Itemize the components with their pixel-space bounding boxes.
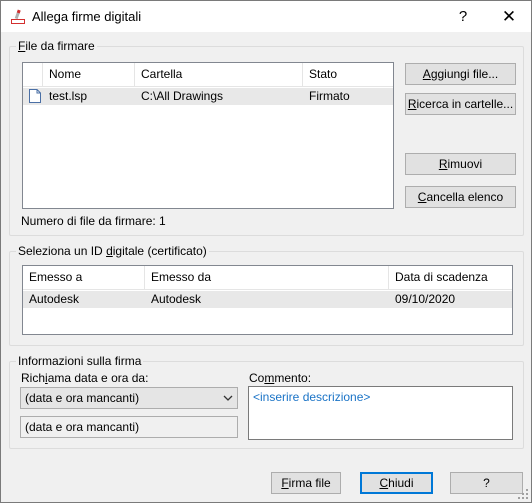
clear-list-button[interactable]: Cancella elenco	[405, 186, 516, 208]
timestamp-source-label: Richiama data e ora da:	[21, 371, 149, 385]
title-bar: Allega firme digitali ? ✕	[1, 1, 531, 32]
comment-placeholder: <inserire descrizione>	[253, 390, 371, 404]
files-to-sign-group: File da firmare Nome Cartella Stato test…	[9, 39, 524, 236]
files-group-label: File da firmare	[16, 39, 97, 53]
files-column-spacer	[23, 63, 43, 86]
cert-column-expiry[interactable]: Data di scadenza	[389, 266, 512, 289]
signature-info-group: Informazioni sulla firma Richiama data e…	[9, 354, 524, 449]
file-folder: C:\All Drawings	[141, 89, 224, 103]
cert-column-issued-by[interactable]: Emesso da	[145, 266, 389, 289]
files-list-header: Nome Cartella Stato	[23, 63, 393, 87]
files-list[interactable]: Nome Cartella Stato test.lsp C:\All Draw…	[22, 62, 394, 209]
timestamp-select-value: (data e ora mancanti)	[25, 391, 140, 405]
cert-expiry: 09/10/2020	[395, 292, 456, 306]
comment-label: Commento:	[249, 371, 312, 385]
document-icon	[29, 89, 41, 103]
certificate-list-header: Emesso a Emesso da Data di scadenza	[23, 266, 512, 290]
certificate-list[interactable]: Emesso a Emesso da Data di scadenza Auto…	[22, 265, 513, 335]
file-count-label: Numero di file da firmare: 1	[21, 214, 166, 228]
resize-grip-icon[interactable]	[517, 488, 529, 500]
cert-issued-to: Autodesk	[29, 292, 80, 306]
cert-issued-by: Autodesk	[151, 292, 202, 306]
signature-info-group-label: Informazioni sulla firma	[16, 354, 144, 368]
files-column-status[interactable]: Stato	[303, 63, 393, 86]
title-close-button[interactable]: ✕	[487, 1, 531, 32]
timestamp-value-field: (data e ora mancanti)	[20, 416, 238, 438]
files-column-folder[interactable]: Cartella	[135, 63, 303, 86]
digital-id-group-label: Seleziona un ID digitale (certificato)	[16, 244, 209, 258]
dialog-window: Allega firme digitali ? ✕ File da firmar…	[0, 0, 532, 503]
search-folders-button[interactable]: Ricerca in cartelle...	[405, 93, 516, 115]
window-title: Allega firme digitali	[32, 9, 142, 24]
remove-button[interactable]: Rimuovi	[405, 153, 516, 175]
cert-column-issued-to[interactable]: Emesso a	[23, 266, 145, 289]
comment-textarea[interactable]: <inserire descrizione>	[248, 386, 513, 440]
file-row[interactable]: test.lsp C:\All Drawings Firmato	[23, 88, 393, 105]
title-help-button[interactable]: ?	[441, 1, 485, 32]
file-status: Firmato	[309, 89, 350, 103]
close-button[interactable]: Chiudi	[360, 472, 433, 494]
timestamp-source-select[interactable]: (data e ora mancanti)	[20, 387, 238, 409]
help-button[interactable]: ?	[450, 472, 523, 494]
files-column-name[interactable]: Nome	[43, 63, 135, 86]
sign-file-button[interactable]: Firma file	[271, 472, 341, 494]
chevron-down-icon	[223, 395, 233, 401]
add-file-button[interactable]: Aggiungi file...	[405, 63, 516, 85]
file-name: test.lsp	[49, 89, 88, 103]
digital-id-group: Seleziona un ID digitale (certificato) E…	[9, 244, 524, 346]
certificate-row[interactable]: Autodesk Autodesk 09/10/2020	[23, 291, 512, 308]
digital-signature-app-icon	[11, 9, 25, 24]
